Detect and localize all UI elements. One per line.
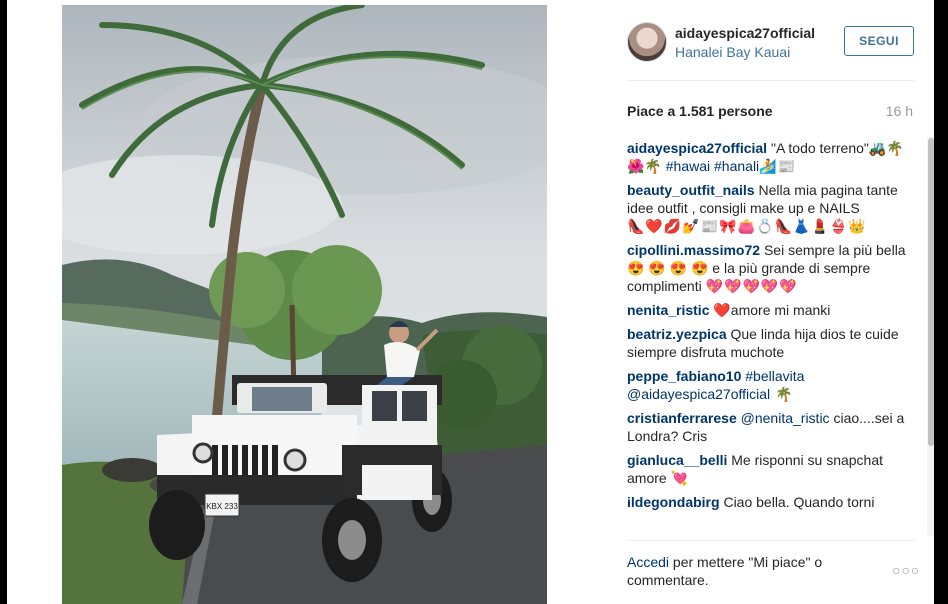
comment-item: ildegondabirg Ciao bella. Quando torni	[627, 493, 910, 511]
login-prompt: Accedi per mettere "Mi piace" o commenta…	[627, 553, 867, 589]
post-modal: KBX 233 aidayespica27official Hanalei Ba…	[7, 0, 934, 604]
comment-item: gianluca__belli Me risponni su snapchat …	[627, 451, 910, 487]
comments-scrollbar[interactable]	[927, 136, 934, 536]
comment-item: beatriz.yezpica Que linda hija dios te c…	[627, 325, 910, 361]
post-time[interactable]: 16 h	[886, 103, 913, 119]
more-options-icon[interactable]: ○○○	[892, 562, 920, 578]
comment-text: Ciao bella. Quando torni	[723, 494, 875, 510]
comment-emoji: 🏄📰	[759, 158, 797, 174]
comment-hashtags[interactable]: #hawai #hanali	[666, 158, 759, 174]
comment-text: ❤️amore mi manki	[713, 302, 831, 318]
post-header: aidayespica27official Hanalei Bay Kauai …	[627, 18, 917, 78]
comment-author[interactable]: nenita_ristic	[627, 302, 709, 318]
comment-author[interactable]: beatriz.yezpica	[627, 326, 727, 342]
footer-divider	[627, 540, 915, 541]
comment-emoji: 🌴	[770, 386, 794, 402]
scrollbar-thumb[interactable]	[928, 138, 934, 446]
comment-item: cipollini.massimo72 Sei sempre la più be…	[627, 241, 910, 295]
comment-item: beauty_outfit_nails Nella mia pagina tan…	[627, 181, 910, 235]
comment-mention[interactable]: @nenita_ristic	[741, 410, 830, 426]
comment-author[interactable]: cristianferrarese	[627, 410, 737, 426]
location-link[interactable]: Hanalei Bay Kauai	[675, 44, 790, 60]
likes-row: Piace a 1.581 persone 16 h	[627, 103, 915, 119]
jeep-palm-beach-image: KBX 233	[62, 5, 547, 604]
comment-author[interactable]: gianluca__belli	[627, 452, 727, 468]
post-details-panel: aidayespica27official Hanalei Bay Kauai …	[627, 0, 934, 604]
comment-author[interactable]: ildegondabirg	[627, 494, 720, 510]
likes-count[interactable]: Piace a 1.581 persone	[627, 103, 773, 119]
post-photo[interactable]: KBX 233	[62, 5, 547, 604]
follow-button[interactable]: SEGUI	[844, 26, 914, 56]
comment-emoji: 👠❤️💋💅📰🎀👛💍👠👗💄👙👑	[627, 218, 867, 234]
comment-item: aidayespica27official "A todo terreno"🚜🌴…	[627, 139, 910, 175]
comment-author[interactable]: beauty_outfit_nails	[627, 182, 755, 198]
header-divider	[627, 80, 915, 81]
login-link[interactable]: Accedi	[627, 554, 669, 570]
comment-author[interactable]: peppe_fabiano10	[627, 368, 741, 384]
username-link[interactable]: aidayespica27official	[675, 25, 815, 41]
comment-item: nenita_ristic ❤️amore mi manki	[627, 301, 910, 319]
user-avatar[interactable]	[627, 22, 667, 62]
comment-author[interactable]: aidayespica27official	[627, 140, 767, 156]
comment-author[interactable]: cipollini.massimo72	[627, 242, 760, 258]
comment-emoji: 💖💖💖💖💖	[705, 278, 798, 294]
license-plate: KBX 233	[206, 502, 238, 511]
comment-item: cristianferrarese @nenita_ristic ciao...…	[627, 409, 910, 445]
comment-list[interactable]: aidayespica27official "A todo terreno"🚜🌴…	[627, 139, 910, 537]
comment-item: peppe_fabiano10 #bellavita @aidayespica2…	[627, 367, 910, 403]
